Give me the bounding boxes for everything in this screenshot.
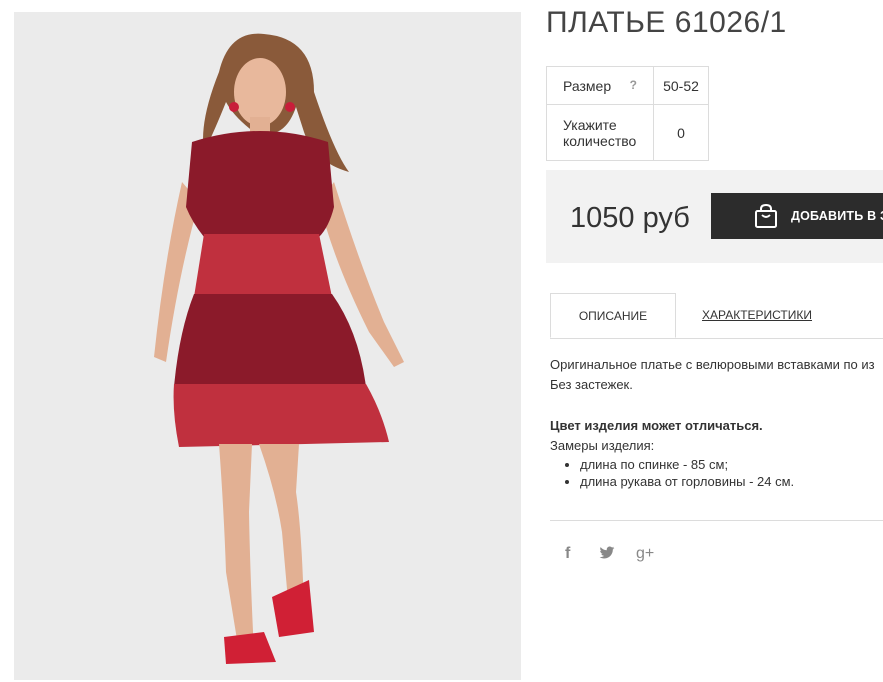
gplus-icon[interactable]: g+ [636,545,654,563]
size-help-icon[interactable]: ? [630,78,637,92]
tab-characteristics[interactable]: ХАРАКТЕРИСТИКИ [702,308,812,322]
description-line-1: Оригинальное платье с велюровыми вставка… [550,357,875,372]
twitter-icon[interactable] [599,546,615,565]
quantity-label: Укажите количество [546,104,654,161]
size-label-cell: Размер ? [546,66,654,105]
measures-title: Замеры изделия: [550,438,655,453]
product-options-table: Размер ? 50-52 Укажите количество 0 [546,66,709,161]
quantity-row: Укажите количество 0 [546,104,709,161]
list-item: длина рукава от горловины - 24 см. [580,473,883,490]
quantity-input[interactable]: 0 [653,104,709,161]
product-tabs: ОПИСАНИЕ ХАРАКТЕРИСТИКИ [550,293,883,339]
size-label: Размер [563,77,612,94]
add-to-cart-button[interactable]: ДОБАВИТЬ В ЗАКАЗ [711,193,883,239]
description-line-2: Без застежек. [550,377,633,392]
color-note: Цвет изделия может отличаться. [550,418,763,433]
size-value[interactable]: 50-52 [653,66,709,105]
price-box: 1050 руб ДОБАВИТЬ В ЗАКАЗ [546,170,883,263]
description-panel: Оригинальное платье с велюровыми вставка… [550,355,883,490]
price: 1050 руб [570,202,690,234]
divider [550,520,883,521]
list-item: длина по спинке - 85 см; [580,456,883,473]
model-illustration [14,12,521,680]
size-row: Размер ? 50-52 [546,66,709,105]
tab-description[interactable]: ОПИСАНИЕ [550,293,676,338]
shopping-bag-icon [753,203,779,234]
product-title: ПЛАТЬЕ 61026/1 [546,6,787,39]
measures-list: длина по спинке - 85 см; длина рукава от… [550,456,883,490]
product-photo[interactable] [14,12,521,680]
add-to-cart-label: ДОБАВИТЬ В ЗАКАЗ [791,209,883,223]
facebook-icon[interactable]: f [565,545,570,563]
